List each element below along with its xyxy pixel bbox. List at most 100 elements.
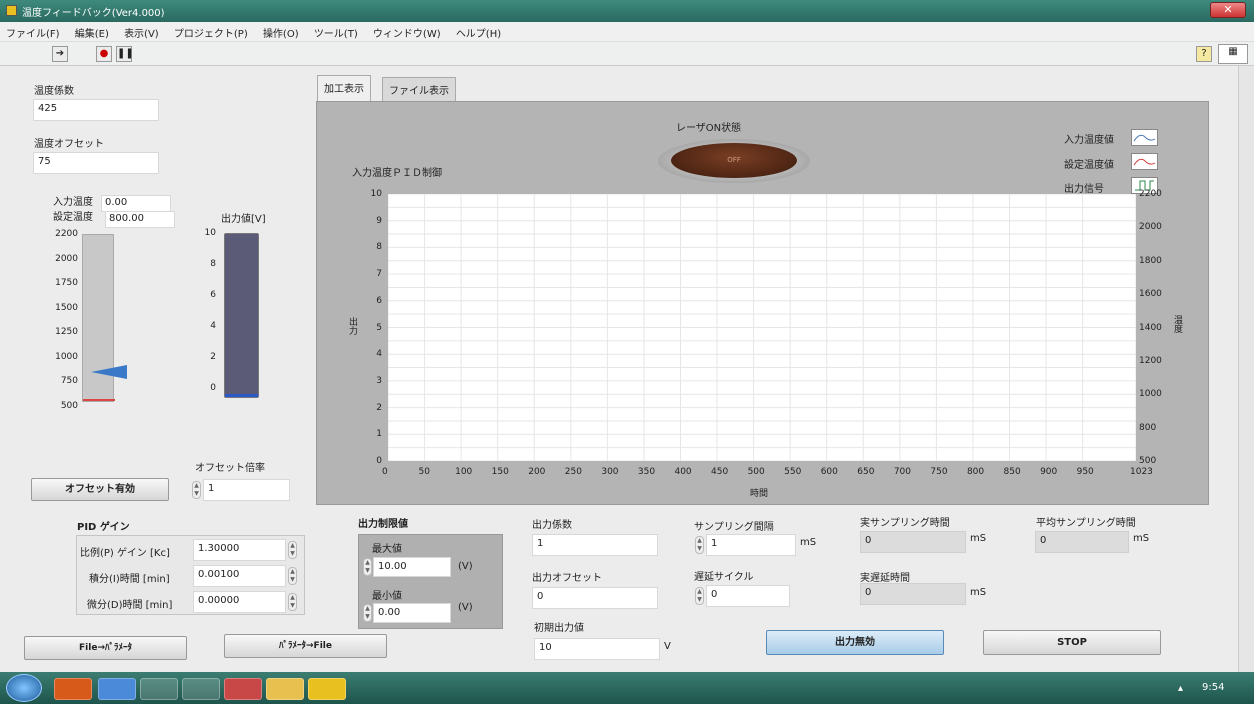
output-scale: 10 8 6 4 2 0 (176, 228, 222, 403)
y2-tick-7: 800 (1139, 422, 1157, 433)
pid-p-spinner[interactable]: ▲ ▼ (288, 541, 297, 559)
y-tick-4: 6 (376, 295, 382, 306)
actual-sampling-field: 0 (860, 531, 966, 553)
menu-view[interactable]: 表示(V) (118, 22, 165, 43)
y-tick-7: 3 (376, 375, 382, 386)
menu-file[interactable]: ファイル(F) (0, 22, 66, 43)
pid-d-label: 微分(D)時間 [min] (87, 600, 173, 611)
initial-output-label: 初期出力値 (534, 623, 584, 634)
tab-file-view[interactable]: ファイル表示 (382, 77, 456, 101)
avg-sampling-unit: mS (1133, 533, 1150, 544)
menu-edit[interactable]: 編集(E) (69, 22, 115, 43)
set-temp-slider-icon[interactable] (91, 364, 127, 379)
initial-output-unit: V (664, 641, 671, 652)
output-value-label: 出力値[V] (221, 214, 266, 225)
y-tick-6: 4 (376, 349, 382, 360)
input-temp-label: 入力温度 (53, 197, 93, 208)
temp-coef-field[interactable]: 425 (33, 99, 159, 121)
legend-set-temp: 設定温度値 (1064, 160, 1114, 171)
pid-d-spinner[interactable]: ▲ ▼ (288, 593, 297, 611)
output-tick-5: 0 (210, 383, 216, 393)
abort-icon[interactable]: ● (96, 46, 112, 62)
x-tick-13: 650 (857, 467, 875, 477)
pid-i-label: 積分(I)時間 [min] (89, 574, 170, 585)
max-value-spinner[interactable]: ▲ ▼ (363, 558, 372, 576)
x-tick-6: 300 (601, 467, 619, 477)
y-tick-10: 0 (376, 456, 382, 466)
title-bar: 温度フィードバック(Ver4.000) ✕ (0, 0, 1254, 22)
output-tick-4: 2 (210, 352, 216, 362)
pid-i-spinner[interactable]: ▲ ▼ (288, 567, 297, 585)
menu-project[interactable]: プロジェクト(P) (168, 22, 254, 43)
clock: 9:54 (1202, 682, 1225, 693)
x-tick-1: 50 (418, 467, 430, 477)
y2-tick-5: 1200 (1139, 355, 1162, 366)
delay-cycle-field[interactable]: 0 (706, 585, 790, 607)
legend-set-temp-swatch[interactable] (1131, 153, 1158, 170)
menu-tools[interactable]: ツール(T) (308, 22, 364, 43)
vertical-scrollbar[interactable] (1238, 66, 1254, 672)
x-tick-7: 350 (637, 467, 656, 477)
output-value-fill (225, 394, 258, 397)
app-icon (6, 5, 17, 16)
y2-tick-6: 1000 (1139, 389, 1162, 400)
x-tick-18: 900 (1040, 467, 1058, 477)
tab-process-view[interactable]: 加工表示 (317, 75, 371, 103)
close-button[interactable]: ✕ (1210, 2, 1246, 18)
pause-icon[interactable]: ❚❚ (116, 46, 134, 62)
thermo-tick-2: 1750 (55, 278, 78, 288)
min-unit: (V) (458, 602, 473, 613)
sampling-interval-spinner[interactable]: ▲ ▼ (695, 536, 704, 554)
y-tick-3: 7 (376, 269, 382, 280)
sampling-interval-field[interactable]: 1 (706, 534, 796, 556)
legend-input-temp-swatch[interactable] (1131, 129, 1158, 146)
chart-plot-area[interactable] (387, 193, 1137, 462)
sampling-interval-label: サンプリング間隔 (694, 522, 774, 533)
app-icon-3[interactable] (140, 678, 178, 700)
folder-icon[interactable] (266, 678, 304, 700)
laser-led[interactable]: OFF (671, 143, 797, 178)
x-tick-4: 200 (528, 467, 546, 477)
stop-button[interactable]: STOP (983, 630, 1161, 655)
ie-icon[interactable] (98, 678, 136, 700)
output-disable-button[interactable]: 出力無効 (766, 630, 944, 655)
x-tick-19: 950 (1076, 467, 1094, 477)
help-icon[interactable]: ? (1196, 46, 1212, 62)
menu-help[interactable]: ヘルプ(H) (450, 22, 507, 43)
offset-enable-button[interactable]: オフセット有効 (31, 478, 169, 501)
app-icon-4[interactable] (182, 678, 220, 700)
labview-icon[interactable] (308, 678, 346, 700)
min-value-spinner[interactable]: ▲ ▼ (363, 604, 372, 622)
output-coef-field[interactable]: 1 (532, 534, 658, 556)
y2-tick-8: 500 (1139, 456, 1157, 466)
file-to-param-button[interactable]: File→ﾊﾟﾗﾒｰﾀ (24, 636, 187, 660)
menu-operate[interactable]: 操作(O) (257, 22, 305, 43)
thermo-tick-7: 500 (60, 400, 78, 411)
x-tick-12: 600 (820, 467, 838, 477)
start-button-icon[interactable] (6, 674, 42, 702)
x-tick-8: 400 (674, 467, 692, 477)
param-to-file-button[interactable]: ﾊﾟﾗﾒｰﾀ→File (224, 634, 387, 658)
initial-output-field[interactable]: 10 (534, 638, 660, 660)
firefox-icon[interactable] (54, 678, 92, 700)
pid-d-field[interactable]: 0.00000 (193, 591, 286, 613)
max-value-field[interactable]: 10.00 (373, 557, 451, 577)
x-tick-0: 0 (382, 467, 388, 477)
app-icon-5[interactable] (224, 678, 262, 700)
y-tick-1: 9 (376, 215, 382, 226)
output-tick-0: 10 (204, 228, 216, 238)
pid-i-field[interactable]: 0.00100 (193, 565, 286, 587)
offset-ratio-field[interactable]: 1 (203, 479, 290, 501)
set-temp-field[interactable]: 800.00 (105, 211, 175, 228)
tray-arrow-icon[interactable]: ▴ (1178, 683, 1183, 694)
temp-offset-field[interactable]: 75 (33, 152, 159, 174)
min-value-field[interactable]: 0.00 (373, 603, 451, 623)
offset-ratio-spinner[interactable]: ▲ ▼ (192, 481, 201, 499)
chart-x-axis: 0 50 100 150 200 250 300 350 400 450 500 550 600 650 7… (382, 467, 1153, 481)
pid-p-field[interactable]: 1.30000 (193, 539, 286, 561)
delay-cycle-spinner[interactable]: ▲ ▼ (695, 587, 704, 605)
menu-window[interactable]: ウィンドウ(W) (367, 22, 447, 43)
run-arrow-icon[interactable]: ➔ (52, 46, 68, 62)
thermo-tick-5: 1000 (55, 351, 78, 362)
output-offset-field[interactable]: 0 (532, 587, 658, 609)
